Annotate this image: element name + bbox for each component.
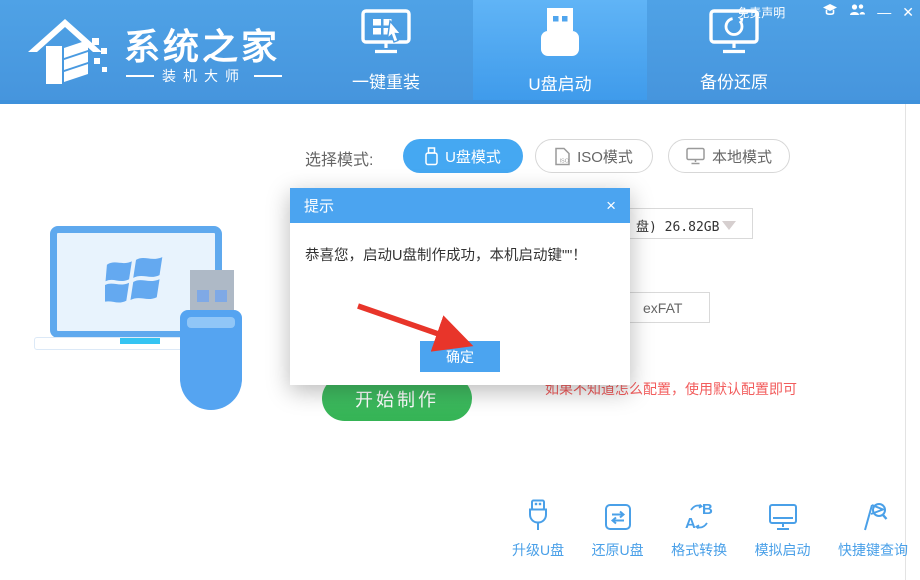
bottom-toolbar: 升级U盘 还原U盘 A B 格式转换: [512, 500, 908, 560]
usb-plug-icon: [523, 500, 553, 532]
usb-connector-hole: [215, 290, 227, 302]
reinstall-monitor-icon: [360, 8, 412, 61]
subtitle-dash-right: [254, 75, 282, 77]
tool-label: 升级U盘: [512, 540, 564, 560]
windows-flag-icon: [105, 255, 167, 309]
local-monitor-icon: [686, 147, 705, 165]
dropdown-arrow-icon: [722, 221, 736, 230]
laptop-base: [34, 337, 186, 350]
svg-text:A: A: [685, 515, 696, 532]
dialog-title: 提示: [304, 195, 334, 216]
tab-label: 备份还原: [700, 68, 768, 93]
tool-simulate-boot[interactable]: 模拟启动: [755, 500, 811, 560]
app-title: 系统之家: [124, 18, 280, 70]
header-bar: 系统之家 装机大师 一键重装: [0, 0, 920, 100]
mode-usb-button[interactable]: U盘模式: [403, 139, 523, 173]
tab-usb-boot[interactable]: U盘启动: [473, 0, 647, 100]
app-logo: 系统之家 装机大师: [22, 8, 282, 92]
usb-device-value: 盘) 26.82GB: [636, 216, 719, 235]
titlebar-controls: 免责声明 — ✕: [737, 3, 914, 21]
tool-restore-usb[interactable]: 还原U盘: [592, 500, 644, 560]
app-subtitle: 装机大师: [126, 66, 282, 86]
house-logo-icon: [22, 10, 108, 90]
tool-format-convert[interactable]: A B 格式转换: [671, 500, 727, 560]
monitor-icon: [767, 500, 799, 532]
mode-local-button[interactable]: 本地模式: [668, 139, 790, 173]
laptop-usb-illustration: [30, 212, 265, 417]
dialog-ok-button[interactable]: 确定: [420, 341, 500, 372]
minimize-button[interactable]: —: [877, 5, 891, 19]
usb-drive-stripe: [187, 317, 235, 328]
tab-label: U盘启动: [528, 70, 591, 95]
tool-label: 还原U盘: [592, 540, 644, 560]
tool-label: 快捷键查询: [838, 540, 908, 560]
usb-drive-icon: [537, 6, 583, 63]
mode-iso-button[interactable]: ISO ISO模式: [535, 139, 653, 173]
tab-label: 一键重装: [352, 68, 420, 93]
header-divider: [0, 100, 920, 104]
user-group-icon[interactable]: [849, 3, 866, 21]
dialog-close-icon[interactable]: ×: [606, 196, 616, 216]
iso-file-icon: ISO: [555, 147, 570, 166]
disclaimer-link[interactable]: 免责声明: [737, 4, 785, 21]
mode-label: ISO模式: [577, 146, 633, 167]
dialog-message: 恭喜您，启动U盘制作成功，本机启动键""！: [305, 244, 587, 265]
service-cap-icon[interactable]: [822, 3, 838, 21]
a-b-convert-icon: A B: [683, 500, 715, 532]
success-dialog: 提示 × 恭喜您，启动U盘制作成功，本机启动键""！ 确定: [290, 188, 630, 385]
tab-one-key-reinstall[interactable]: 一键重装: [299, 0, 473, 100]
mode-label: U盘模式: [445, 146, 501, 167]
mode-label: 本地模式: [712, 146, 772, 167]
format-value: exFAT: [643, 300, 682, 316]
app-window: 系统之家 装机大师 一键重装: [0, 0, 920, 580]
laptop-base-notch: [120, 338, 160, 344]
tool-label: 格式转换: [671, 540, 727, 560]
tool-label: 模拟启动: [755, 540, 811, 560]
dialog-titlebar: 提示 ×: [290, 188, 630, 223]
svg-text:B: B: [702, 501, 713, 518]
usb-connector-hole: [197, 290, 209, 302]
flag-magnifier-icon: [858, 500, 888, 532]
tool-upgrade-usb[interactable]: 升级U盘: [512, 500, 564, 560]
usb-mode-icon: [425, 147, 438, 166]
tool-hotkey-query[interactable]: 快捷键查询: [838, 500, 908, 560]
subtitle-dash-left: [126, 75, 154, 77]
svg-text:ISO: ISO: [560, 158, 570, 164]
close-button[interactable]: ✕: [902, 5, 914, 19]
mode-select-label: 选择模式:: [305, 146, 373, 170]
restore-box-icon: [603, 500, 633, 532]
